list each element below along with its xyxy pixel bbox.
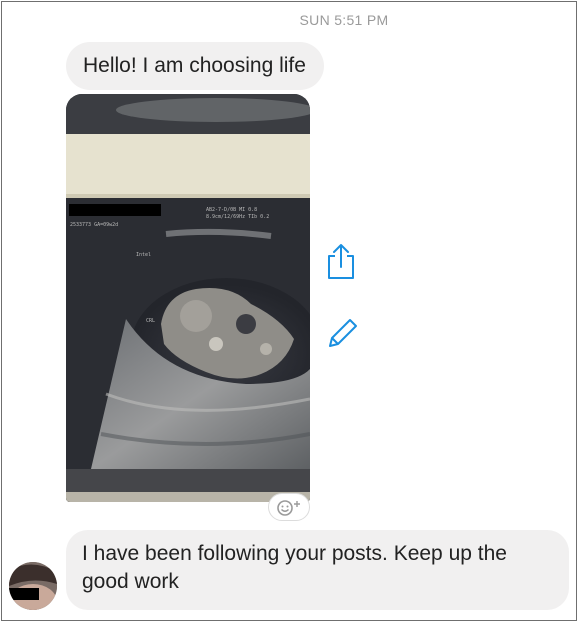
add-reaction-icon xyxy=(277,500,300,516)
svg-text:2533773 GA=09w2d: 2533773 GA=09w2d xyxy=(70,222,118,228)
svg-text:Intel: Intel xyxy=(136,252,151,258)
pencil-icon xyxy=(329,319,357,347)
message-timestamp: SUN 5:51 PM xyxy=(299,12,389,28)
avatar-image xyxy=(9,562,57,610)
edit-button[interactable] xyxy=(326,318,358,350)
received-message-bubble[interactable]: I have been following your posts. Keep u… xyxy=(66,530,569,610)
share-icon xyxy=(328,244,354,279)
svg-text:AB2-7-D/0B MI 0.8: AB2-7-D/0B MI 0.8 xyxy=(206,207,257,213)
message-text: Hello! I am choosing life xyxy=(83,54,306,77)
ultrasound-image: 2533773 GA=09w2d AB2-7-D/0B MI 0.8 8.9cm… xyxy=(66,94,310,502)
message-text: I have been following your posts. Keep u… xyxy=(82,542,507,593)
svg-text:CRL: CRL xyxy=(146,318,155,324)
chat-window: SUN 5:51 PM Hello! I am choosing life 25… xyxy=(1,1,577,621)
share-button[interactable] xyxy=(325,243,357,281)
svg-text:8.9cm/12/69Hz TIb 0.2: 8.9cm/12/69Hz TIb 0.2 xyxy=(206,214,269,220)
received-message-bubble[interactable]: Hello! I am choosing life xyxy=(66,42,324,90)
add-reaction-button[interactable] xyxy=(268,493,310,521)
ultrasound-photo-attachment[interactable]: 2533773 GA=09w2d AB2-7-D/0B MI 0.8 8.9cm… xyxy=(66,94,310,502)
avatar[interactable] xyxy=(9,562,57,610)
